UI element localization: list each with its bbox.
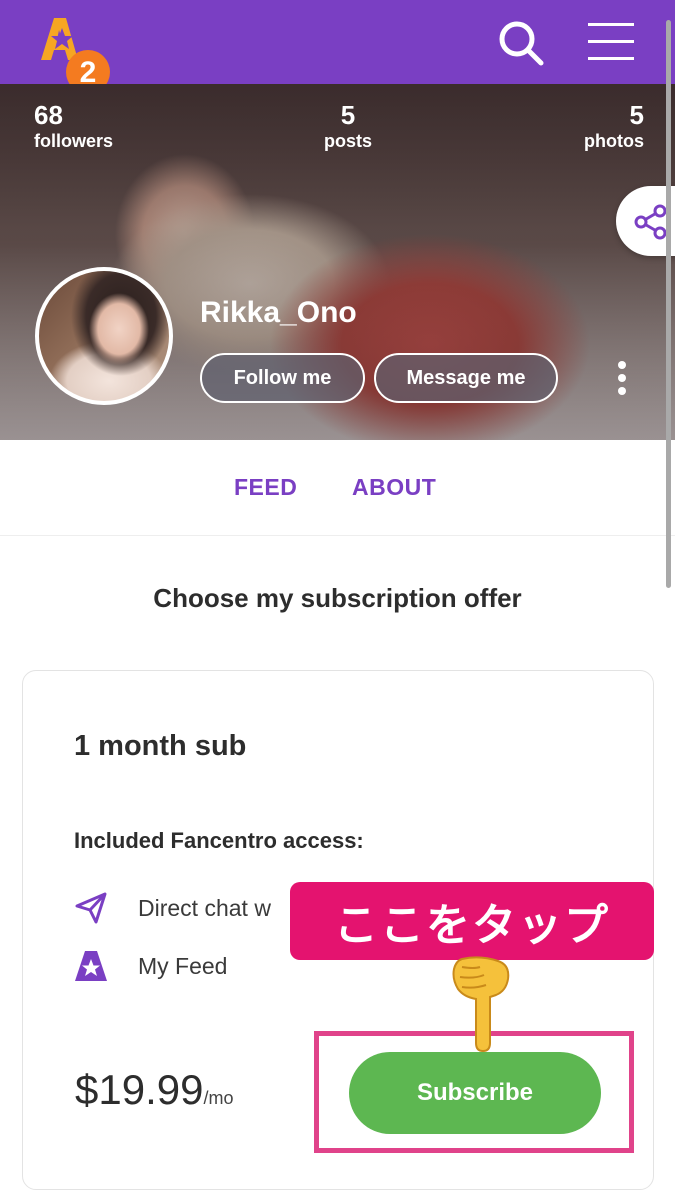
pointing-down-hand-icon — [440, 955, 520, 1055]
message-button[interactable]: Message me — [374, 353, 558, 403]
posts-count: 5 — [340, 100, 356, 130]
page-scrollbar[interactable] — [666, 20, 671, 588]
posts-stat[interactable]: 5 posts — [318, 100, 378, 152]
feature-direct-chat: Direct chat w — [74, 888, 271, 928]
photos-label: photos — [584, 131, 644, 151]
search-icon — [499, 21, 544, 66]
photos-count: 5 — [629, 100, 644, 130]
menu-button[interactable] — [586, 18, 636, 68]
posts-label: posts — [323, 131, 372, 151]
followers-label: followers — [34, 131, 114, 151]
share-icon — [634, 204, 667, 240]
photos-stat[interactable]: 5 photos — [574, 100, 644, 152]
plan-name: 1 month sub — [74, 730, 247, 762]
tap-here-callout: ここをタップ — [290, 882, 654, 960]
followers-count: 68 — [34, 100, 63, 130]
feature-direct-chat-label: Direct chat w — [138, 894, 271, 921]
follow-button[interactable]: Follow me — [200, 353, 365, 403]
hamburger-menu-icon — [588, 23, 634, 60]
profile-tabs: FEED ABOUT — [0, 440, 675, 536]
included-access-title: Included Fancentro access: — [74, 828, 364, 853]
feature-my-feed: My Feed — [74, 946, 227, 986]
vertical-dots-icon — [618, 361, 626, 395]
send-icon — [74, 891, 108, 925]
price-unit: /mo — [203, 1088, 234, 1108]
avatar[interactable] — [35, 267, 173, 405]
profile-username: Rikka_Ono — [200, 296, 357, 329]
subscription-section-title: Choose my subscription offer — [153, 583, 522, 613]
star-feed-icon — [74, 949, 108, 983]
more-options-button[interactable] — [604, 356, 640, 400]
tab-about[interactable]: ABOUT — [352, 474, 436, 501]
price-amount: $19.99 — [75, 1066, 204, 1113]
feature-my-feed-label: My Feed — [138, 952, 228, 979]
top-bar: 2 — [0, 0, 675, 94]
plan-price: $19.99/mo — [75, 1066, 233, 1114]
search-button[interactable] — [496, 18, 546, 68]
followers-stat[interactable]: 68 followers — [34, 100, 113, 152]
tab-feed[interactable]: FEED — [234, 474, 297, 501]
